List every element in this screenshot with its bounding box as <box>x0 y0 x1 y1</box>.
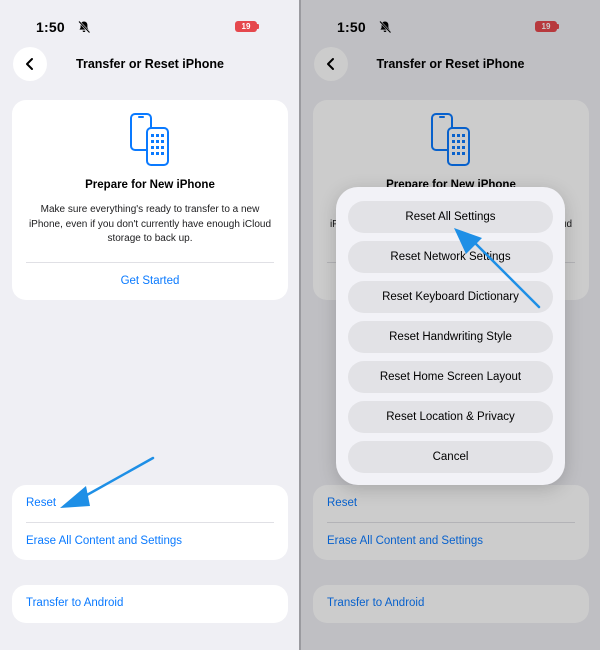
reset-options-sheet: Reset All Settings Reset Network Setting… <box>336 187 565 485</box>
cancel-button[interactable]: Cancel <box>348 441 553 473</box>
reset-button[interactable]: Reset <box>26 497 56 509</box>
prepare-description: Make sure everything's ready to transfer… <box>28 204 272 244</box>
prepare-title: Prepare for New iPhone <box>85 179 215 191</box>
left-screenshot: 1:50 19 Transfer or Reset iPhone Prepare… <box>0 0 300 650</box>
reset-section: Reset Erase All Content and Settings <box>12 485 288 560</box>
get-started-button[interactable]: Get Started <box>12 275 288 287</box>
status-time: 1:50 <box>36 19 65 35</box>
transfer-android-button[interactable]: Transfer to Android <box>26 597 123 609</box>
page-title: Transfer or Reset iPhone <box>76 57 224 71</box>
battery-indicator: 19 <box>235 21 257 32</box>
prepare-card: Prepare for New iPhone Make sure everyth… <box>12 100 288 300</box>
two-phones-icon <box>130 113 169 166</box>
status-bar: 1:50 19 <box>0 18 300 38</box>
reset-network-settings-button[interactable]: Reset Network Settings <box>348 241 553 273</box>
reset-all-settings-button[interactable]: Reset All Settings <box>348 201 553 233</box>
nav-bar: Transfer or Reset iPhone <box>0 47 300 83</box>
erase-all-button[interactable]: Erase All Content and Settings <box>26 535 182 547</box>
android-section: Transfer to Android <box>12 585 288 623</box>
battery-tip <box>257 24 259 29</box>
reset-keyboard-dictionary-button[interactable]: Reset Keyboard Dictionary <box>348 281 553 313</box>
reset-location-privacy-button[interactable]: Reset Location & Privacy <box>348 401 553 433</box>
silent-bell-icon <box>78 20 91 34</box>
divider <box>26 262 274 263</box>
reset-home-screen-layout-button[interactable]: Reset Home Screen Layout <box>348 361 553 393</box>
reset-handwriting-style-button[interactable]: Reset Handwriting Style <box>348 321 553 353</box>
divider <box>26 522 274 523</box>
right-screenshot: 1:50 19 Transfer or Reset iPhone Prepare… <box>301 0 600 650</box>
